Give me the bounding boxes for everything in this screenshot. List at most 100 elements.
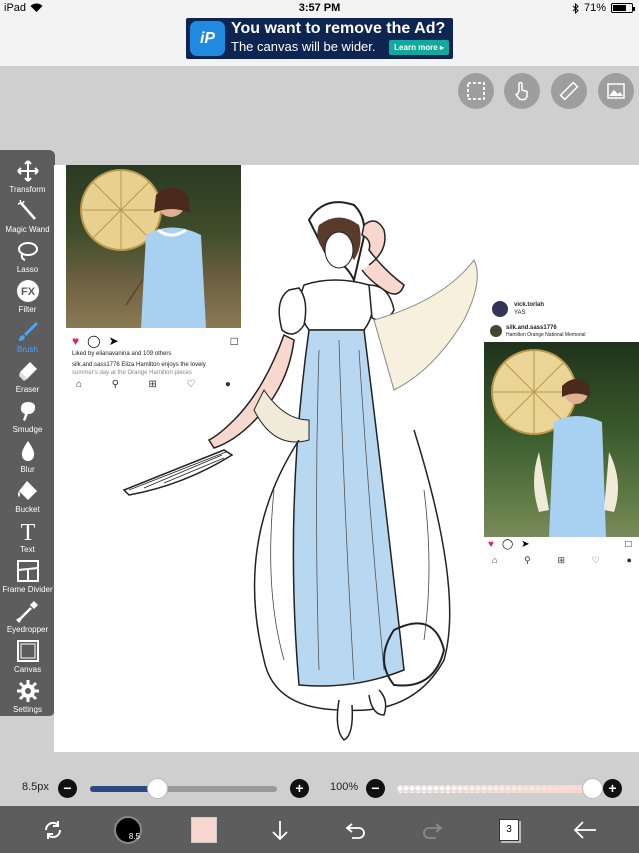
reference-photo-right <box>484 342 639 537</box>
layer-count: 3 <box>499 819 519 841</box>
status-time: 3:57 PM <box>298 2 341 14</box>
ad-title: You want to remove the Ad? <box>231 20 446 37</box>
left-toolbar: Transform Magic Wand Lasso FX Filter Bru… <box>0 150 55 716</box>
heart-icon: ♥ <box>72 334 80 348</box>
arrow-down-icon <box>272 821 288 841</box>
comment-icon: ◯ <box>87 334 101 348</box>
brush-preview: 8.5 <box>114 816 142 844</box>
ruler-button[interactable] <box>551 73 587 109</box>
bottom-toolbar: 8.5 3 <box>0 806 639 853</box>
regency-dress-drawing <box>122 201 478 741</box>
avatar <box>490 325 502 337</box>
download-button[interactable] <box>265 815 295 845</box>
touch-button[interactable] <box>504 73 540 109</box>
rotate-swap-icon <box>44 821 62 839</box>
learn-more-button[interactable]: Learn more ▸ <box>389 40 449 55</box>
redo-icon <box>423 823 443 839</box>
droplet-icon <box>21 441 34 461</box>
tool-text[interactable]: T Text <box>0 516 55 556</box>
bookmark-icon: □ <box>625 539 632 550</box>
home-icon: ⌂ <box>492 555 498 565</box>
tool-blur[interactable]: Blur <box>0 436 55 476</box>
ig-nav-right: ⌂ ⚲ ⊞ ♡ ● <box>492 555 632 566</box>
avatar <box>492 301 508 317</box>
ad-banner[interactable]: iP You want to remove the Ad? The canvas… <box>186 18 453 59</box>
tool-magic-wand[interactable]: Magic Wand <box>0 196 55 236</box>
comment-icon: ◯ <box>501 539 514 550</box>
lasso-icon <box>17 242 38 261</box>
heart-icon: ♥ <box>488 539 494 550</box>
ig-comment-text: YAS <box>514 310 526 316</box>
tool-eyedropper[interactable]: Eyedropper <box>0 596 55 636</box>
status-bar: iPad 3:57 PM 71% <box>0 0 639 18</box>
tool-canvas[interactable]: Canvas <box>0 636 55 676</box>
smudge-icon <box>20 402 35 421</box>
reference-instagram-post-right: vick.torlah YAS silk.and.sass1776 Hamilt… <box>484 297 639 567</box>
image-icon <box>607 83 625 99</box>
selection-button[interactable] <box>458 73 494 109</box>
ad-area: iP You want to remove the Ad? The canvas… <box>0 18 639 66</box>
current-color-swatch <box>191 817 217 843</box>
opacity-thumb[interactable] <box>582 778 603 799</box>
brush-icon <box>18 322 38 341</box>
swap-button[interactable] <box>38 815 68 845</box>
tool-transform[interactable]: Transform <box>0 156 55 196</box>
ruler-icon <box>559 81 579 101</box>
move-arrows-icon <box>16 160 39 182</box>
gear-icon <box>16 680 39 702</box>
hand-pointer-icon <box>514 81 528 101</box>
tool-bucket[interactable]: Bucket <box>0 476 55 516</box>
text-icon: T <box>20 520 35 543</box>
tool-brush[interactable]: Brush <box>0 316 55 356</box>
profile-icon: ● <box>626 555 632 565</box>
ig-location: Hamilton Orange National Memorial <box>506 332 586 338</box>
undo-icon <box>345 823 365 839</box>
opacity-label: 100% <box>330 781 359 793</box>
add-post-icon: ⊞ <box>557 555 566 565</box>
arrow-left-icon <box>573 821 596 839</box>
battery-icon <box>611 3 635 13</box>
redo-button[interactable] <box>417 815 447 845</box>
ad-subtitle: The canvas will be wider. <box>231 39 376 54</box>
search-icon: ⚲ <box>524 555 531 565</box>
app-logo-icon: iP <box>190 21 225 56</box>
canvas-icon <box>16 640 39 662</box>
opacity-slider[interactable] <box>397 785 594 793</box>
size-decrease-button[interactable]: − <box>58 779 77 798</box>
ig-actions-right: ♥ ◯ ➤ □ <box>488 539 632 550</box>
selection-rect-icon <box>467 82 485 100</box>
drawing-canvas[interactable]: ♥ ◯ ➤ □ Liked by elianavanina and 109 ot… <box>54 165 639 752</box>
tool-filter[interactable]: FX Filter <box>0 276 55 316</box>
bucket-icon <box>17 481 37 500</box>
color-picker-button[interactable] <box>189 815 219 845</box>
magic-wand-icon <box>17 199 36 220</box>
battery-percent: 71% <box>583 2 606 14</box>
size-increase-button[interactable]: + <box>290 779 309 798</box>
back-button[interactable] <box>570 815 600 845</box>
layers-button[interactable]: 3 <box>494 815 524 845</box>
undo-button[interactable] <box>341 815 371 845</box>
tool-settings[interactable]: Settings <box>0 676 55 716</box>
opacity-decrease-button[interactable]: − <box>366 779 385 798</box>
brush-size-label: 8.5px <box>22 781 49 793</box>
tool-eraser[interactable]: Eraser <box>0 356 55 396</box>
ig-account: silk.and.sass1776 <box>506 325 557 331</box>
eraser-icon <box>18 362 37 381</box>
opacity-increase-button[interactable]: + <box>603 779 622 798</box>
fx-icon: FX <box>16 280 39 302</box>
brush-settings-bar: 8.5px − + 100% − + <box>0 770 639 806</box>
ig-comment-user: vick.torlah <box>514 302 545 308</box>
brush-size-slider[interactable] <box>90 786 277 792</box>
tool-frame-divider[interactable]: Frame Divider <box>0 556 55 596</box>
image-button[interactable] <box>598 73 634 109</box>
brush-picker-button[interactable]: 8.5 <box>113 815 143 845</box>
bluetooth-icon <box>572 2 579 14</box>
tool-smudge[interactable]: Smudge <box>0 396 55 436</box>
share-icon: ➤ <box>521 539 530 550</box>
eyedropper-icon <box>15 601 38 623</box>
brush-size-thumb[interactable] <box>147 778 169 799</box>
heart-outline-icon: ♡ <box>591 555 600 565</box>
frame-divider-icon <box>16 560 39 582</box>
svg-text:FX: FX <box>20 286 35 298</box>
tool-lasso[interactable]: Lasso <box>0 236 55 276</box>
